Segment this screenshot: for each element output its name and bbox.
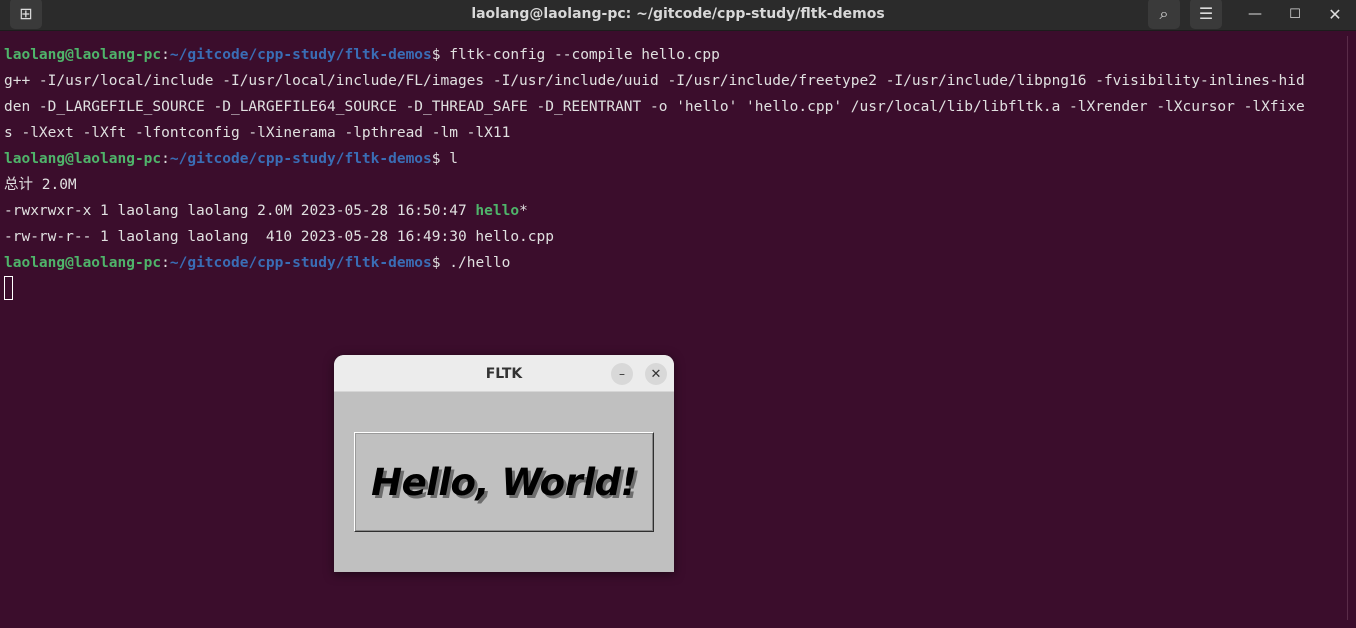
- menu-button[interactable]: ☰: [1190, 0, 1222, 29]
- prompt-separator: :: [161, 151, 170, 167]
- terminal-output[interactable]: laolang@laolang-pc:~/gitcode/cpp-study/f…: [4, 42, 1350, 302]
- close-icon: ✕: [1328, 4, 1342, 24]
- terminal-titlebar: ⊞ laolang@laolang-pc: ~/gitcode/cpp-stud…: [0, 0, 1356, 31]
- hello-box: Hello, World!: [354, 432, 654, 532]
- minimize-icon: –: [619, 367, 625, 381]
- prompt-user: laolang@laolang-pc: [4, 47, 162, 63]
- fltk-close-button[interactable]: ✕: [645, 363, 667, 385]
- close-icon: ✕: [650, 366, 662, 382]
- prompt-path: ~/gitcode/cpp-study/fltk-demos: [169, 255, 432, 271]
- prompt-line: laolang@laolang-pc:~/gitcode/cpp-study/f…: [4, 146, 1350, 172]
- prompt-path: ~/gitcode/cpp-study/fltk-demos: [169, 47, 432, 63]
- search-icon: ⌕: [1159, 3, 1169, 23]
- terminal-scrollbar[interactable]: [1347, 36, 1354, 620]
- command-text: l: [449, 151, 458, 167]
- close-button[interactable]: ✕: [1319, 0, 1351, 28]
- executable-name: hello: [475, 203, 520, 219]
- command-text: fltk-config --compile hello.cpp: [449, 47, 720, 63]
- output-line: s -lXext -lXft -lfontconfig -lXinerama -…: [4, 125, 511, 141]
- maximize-icon: ☐: [1289, 6, 1301, 22]
- prompt-path: ~/gitcode/cpp-study/fltk-demos: [169, 151, 432, 167]
- fltk-window[interactable]: FLTK – ✕ Hello, World!: [334, 355, 674, 572]
- text-cursor: [4, 276, 13, 300]
- maximize-button[interactable]: ☐: [1279, 0, 1311, 28]
- prompt-line: laolang@laolang-pc:~/gitcode/cpp-study/f…: [4, 250, 1350, 276]
- fltk-minimize-button[interactable]: –: [611, 363, 633, 385]
- fltk-titlebar[interactable]: FLTK – ✕: [334, 355, 674, 392]
- output-line: 总计 2.0M: [4, 177, 77, 193]
- prompt-user: laolang@laolang-pc: [4, 255, 162, 271]
- output-line: den -D_LARGEFILE_SOURCE -D_LARGEFILE64_S…: [4, 99, 1305, 115]
- prompt-separator: :: [161, 255, 170, 271]
- output-line: -rw-rw-r-- 1 laolang laolang 410 2023-05…: [4, 229, 554, 245]
- hamburger-menu-icon: ☰: [1198, 4, 1214, 23]
- prompt-user: laolang@laolang-pc: [4, 151, 162, 167]
- prompt-dollar: $: [431, 47, 450, 63]
- search-button[interactable]: ⌕: [1148, 0, 1180, 29]
- prompt-line: laolang@laolang-pc:~/gitcode/cpp-study/f…: [4, 42, 1350, 68]
- file-info: -rwxrwxr-x 1 laolang laolang 2.0M 2023-0…: [4, 203, 476, 219]
- cursor-line: [4, 276, 1350, 302]
- prompt-dollar: $: [431, 255, 450, 271]
- minimize-icon: —: [1248, 6, 1262, 22]
- minimize-button[interactable]: —: [1239, 0, 1271, 28]
- executable-marker: *: [519, 203, 528, 219]
- prompt-dollar: $: [431, 151, 450, 167]
- prompt-separator: :: [161, 47, 170, 63]
- command-text: ./hello: [449, 255, 511, 271]
- output-line: -rwxrwxr-x 1 laolang laolang 2.0M 2023-0…: [4, 198, 1350, 224]
- output-line: g++ -I/usr/local/include -I/usr/local/in…: [4, 73, 1305, 89]
- hello-label: Hello, World!: [371, 461, 637, 504]
